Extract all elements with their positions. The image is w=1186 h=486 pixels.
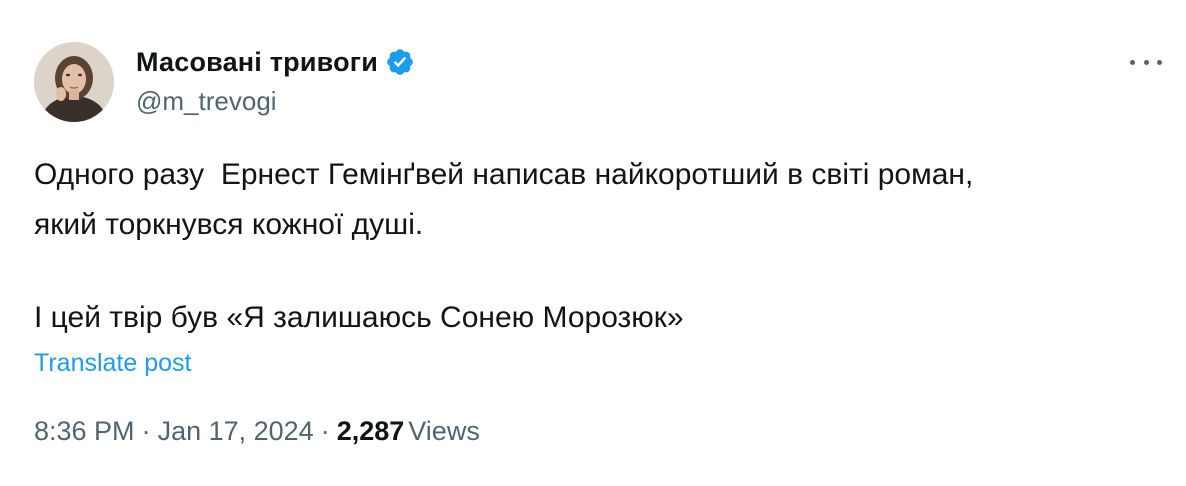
meta-separator: · bbox=[320, 416, 330, 446]
author-name-row: Масовані тривоги bbox=[136, 44, 415, 80]
translate-post-link[interactable]: Translate post bbox=[34, 349, 191, 378]
author-handle[interactable]: @m_trevogi bbox=[136, 86, 277, 117]
more-dot bbox=[1130, 59, 1135, 65]
avatar[interactable] bbox=[34, 42, 114, 122]
post-time[interactable]: 8:36 PM bbox=[34, 416, 135, 447]
post-text-line: який торкнувся кожної душі. bbox=[34, 208, 424, 241]
avatar-photo bbox=[34, 42, 114, 122]
views-label: Views bbox=[408, 416, 480, 446]
author-display-name[interactable]: Масовані тривоги bbox=[136, 47, 378, 78]
post-meta: 8:36 PM · Jan 17, 2024 · 2,287 Views bbox=[34, 416, 480, 447]
more-options-icon[interactable] bbox=[1130, 52, 1162, 72]
tweet-card: Масовані тривоги @m_trevogi Одного разу … bbox=[0, 0, 1186, 486]
meta-separator: · bbox=[141, 416, 151, 446]
views-count[interactable]: 2,287 bbox=[337, 416, 405, 447]
more-dot bbox=[1143, 59, 1149, 65]
post-text-line: Одного разу Ернест Гемінґвей написав най… bbox=[34, 158, 974, 191]
post-text-line: І цей твір був «Я залишаюсь Сонею Морозю… bbox=[34, 301, 684, 334]
post-date[interactable]: Jan 17, 2024 bbox=[158, 416, 314, 447]
verified-badge-icon[interactable] bbox=[385, 47, 415, 77]
more-dot bbox=[1157, 59, 1162, 65]
